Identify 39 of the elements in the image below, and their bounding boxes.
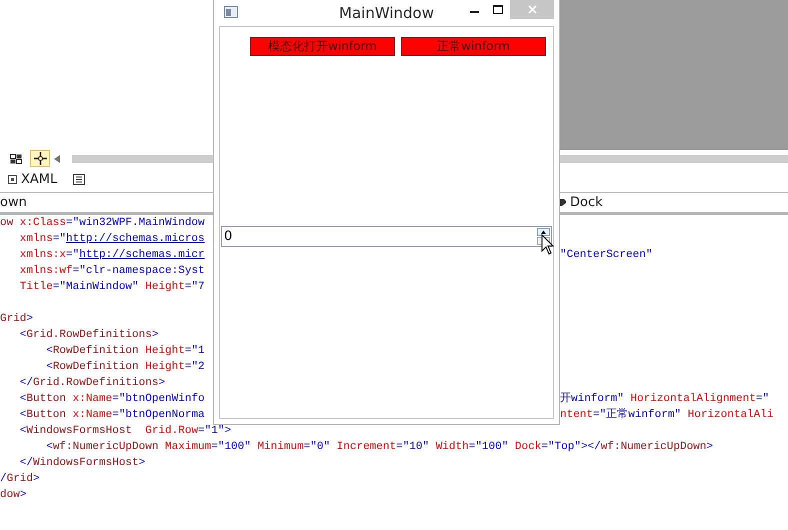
code-line: Title="MainWindow" Height="7 [18,280,205,295]
code-line: xmlns:x="http://schemas.micr [18,248,205,263]
code-line: <Button x:Name="btnOpenWinfo [18,392,205,407]
scroll-left-icon[interactable] [54,154,60,162]
close-icon [528,5,536,14]
code-line: /Grid> [0,472,40,487]
code-line: xmlns="http://schemas.micros [18,232,205,247]
property-label: Dock [570,195,603,210]
code-line: dow> [0,488,26,503]
code-line: ntent="正常winform" HorizontalAli [560,407,774,423]
code-line: </WindowsFormsHost> [18,456,146,471]
grid-icon [10,154,22,164]
code-line: <Grid.RowDefinitions> [18,328,158,343]
code-line: <wf:NumericUpDown Maximum="100" Minimum="0" Increment="10" Width="100" Dock="Top"></wf:NumericUpDown> [45,440,713,455]
scrollbar-track[interactable] [72,154,213,162]
collapse-icon [8,175,17,184]
winform-button[interactable]: 模态化打开winform [250,37,395,56]
winform-button[interactable]: 正常winform [401,37,546,56]
code-line: ow x:Class="win32WPF.MainWindow [0,216,205,231]
document-icon[interactable] [73,174,86,185]
code-line: "CenterScreen" [560,248,654,263]
crosshair-icon [34,152,46,165]
code-line: <Button x:Name="btnOpenNorma [18,408,205,423]
maximize-icon [493,4,503,14]
code-line: xmlns:wf="clr-namespace:Syst [18,264,205,279]
breadcrumb-text: own [0,195,28,210]
xaml-tab[interactable]: XAML [8,172,58,187]
code-line: </Grid.RowDefinitions> [18,376,166,391]
scrollbar-track[interactable] [558,154,788,162]
code-line: 开winform" HorizontalAlignment=" [560,392,770,407]
code-line: <RowDefinition Height="2 [45,360,205,375]
window-icon [224,6,238,18]
spin-up-icon[interactable] [537,228,550,236]
code-line: <RowDefinition Height="1 [45,344,205,359]
pointer-tool-button[interactable] [30,150,50,167]
code-line: <WindowsFormsHost Grid.Row="1"> [18,424,232,439]
window-title: MainWindow [339,4,434,22]
minimize-icon [470,11,478,13]
code-line: Grid> [0,312,34,327]
